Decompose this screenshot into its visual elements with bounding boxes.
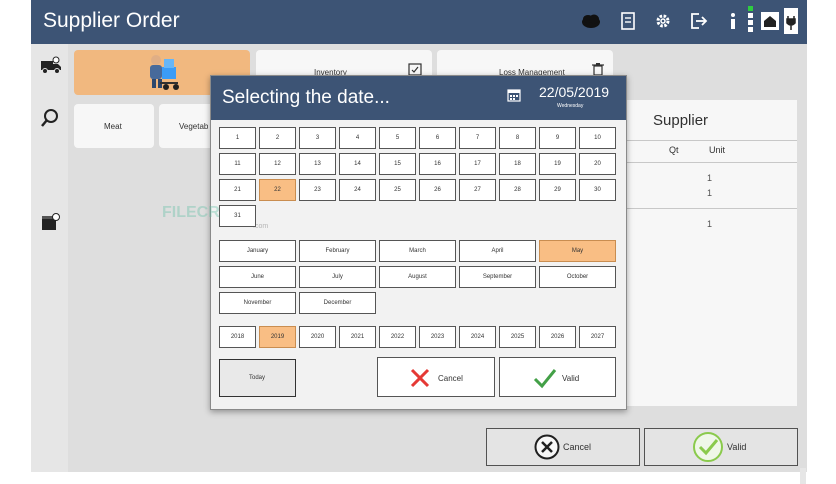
month-cell[interactable]: January <box>219 240 296 262</box>
month-cell[interactable]: June <box>219 266 296 288</box>
search-icon[interactable] <box>40 108 62 130</box>
day-cell[interactable]: 2 <box>259 127 296 149</box>
app-title: Supplier Order <box>43 9 180 32</box>
day-cell[interactable]: 11 <box>219 153 256 175</box>
watermark-text: FILECR <box>162 204 220 221</box>
year-cell[interactable]: 2024 <box>459 326 496 348</box>
day-cell[interactable]: 31 <box>219 205 256 227</box>
day-cell[interactable]: 28 <box>499 179 536 201</box>
document-icon[interactable] <box>617 10 639 32</box>
selected-weekday: Wednesday <box>557 103 584 109</box>
day-cell[interactable]: 23 <box>299 179 336 201</box>
month-cell[interactable]: October <box>539 266 616 288</box>
day-cell[interactable]: 24 <box>339 179 376 201</box>
day-cell[interactable]: 19 <box>539 153 576 175</box>
dialog-header: Selecting the date... 22/05/2019 Wednesd… <box>211 76 626 120</box>
day-cell[interactable]: 21 <box>219 179 256 201</box>
day-cell[interactable]: 20 <box>579 153 616 175</box>
year-cell[interactable]: 2018 <box>219 326 256 348</box>
day-cell[interactable]: 29 <box>539 179 576 201</box>
day-cell[interactable]: 26 <box>419 179 456 201</box>
year-cell[interactable]: 2019 <box>259 326 296 348</box>
truck-icon[interactable] <box>40 56 62 78</box>
month-cell[interactable]: November <box>219 292 296 314</box>
today-label: Today <box>249 375 266 381</box>
month-cell[interactable]: May <box>539 240 616 262</box>
day-cell[interactable]: 6 <box>419 127 456 149</box>
year-cell[interactable]: 2026 <box>539 326 576 348</box>
day-cell[interactable]: 13 <box>299 153 336 175</box>
day-cell[interactable]: 25 <box>379 179 416 201</box>
dialog-valid-label: Valid <box>562 374 580 383</box>
year-cell[interactable]: 2022 <box>379 326 416 348</box>
dialog-title: Selecting the date... <box>222 87 390 108</box>
day-cell[interactable]: 3 <box>299 127 336 149</box>
dialog-valid-button[interactable]: Valid <box>499 357 616 397</box>
info-icon[interactable] <box>727 10 739 32</box>
month-cell[interactable]: July <box>299 266 376 288</box>
cloud-icon[interactable] <box>579 10 603 32</box>
month-cell[interactable]: February <box>299 240 376 262</box>
exit-icon[interactable] <box>687 10 711 32</box>
day-cell[interactable]: 12 <box>259 153 296 175</box>
month-cell[interactable]: August <box>379 266 456 288</box>
day-cell[interactable]: 16 <box>419 153 456 175</box>
calendar-icon <box>507 89 521 102</box>
watermark-subtext: .com <box>253 223 269 230</box>
year-cell[interactable]: 2025 <box>499 326 536 348</box>
day-cell[interactable]: 1 <box>219 127 256 149</box>
day-cell[interactable]: 27 <box>459 179 496 201</box>
scrollbar-stub <box>800 468 806 484</box>
valid-check-icon <box>533 369 557 389</box>
month-cell[interactable]: April <box>459 240 536 262</box>
day-cell[interactable]: 22 <box>259 179 296 201</box>
gear-icon[interactable] <box>652 10 674 32</box>
dialog-cancel-button[interactable]: Cancel <box>377 357 495 397</box>
day-cell[interactable]: 17 <box>459 153 496 175</box>
day-cell[interactable]: 10 <box>579 127 616 149</box>
cancel-x-icon <box>410 368 430 388</box>
selected-date: 22/05/2019 <box>539 84 610 100</box>
status-indicator-icon <box>747 6 753 32</box>
title-bar: Supplier Order <box>31 0 807 44</box>
today-button[interactable]: Today <box>219 359 296 397</box>
month-cell[interactable]: December <box>299 292 376 314</box>
day-cell[interactable]: 5 <box>379 127 416 149</box>
year-cell[interactable]: 2021 <box>339 326 376 348</box>
day-cell[interactable]: 9 <box>539 127 576 149</box>
year-cell[interactable]: 2023 <box>419 326 456 348</box>
day-cell[interactable]: 14 <box>339 153 376 175</box>
left-sidebar <box>31 44 68 472</box>
day-cell[interactable]: 18 <box>499 153 536 175</box>
month-cell[interactable]: September <box>459 266 536 288</box>
year-cell[interactable]: 2027 <box>579 326 616 348</box>
plug-icon[interactable] <box>783 8 799 34</box>
month-cell[interactable]: March <box>379 240 456 262</box>
day-cell[interactable]: 8 <box>499 127 536 149</box>
day-cell[interactable]: 15 <box>379 153 416 175</box>
dialog-cancel-label: Cancel <box>438 374 463 383</box>
year-cell[interactable]: 2020 <box>299 326 336 348</box>
box-icon[interactable] <box>40 212 62 234</box>
day-cell[interactable]: 4 <box>339 127 376 149</box>
day-cell[interactable]: 30 <box>579 179 616 201</box>
date-picker-dialog: Selecting the date... 22/05/2019 Wednesd… <box>210 75 627 410</box>
day-cell[interactable]: 7 <box>459 127 496 149</box>
store-icon[interactable] <box>761 10 779 32</box>
